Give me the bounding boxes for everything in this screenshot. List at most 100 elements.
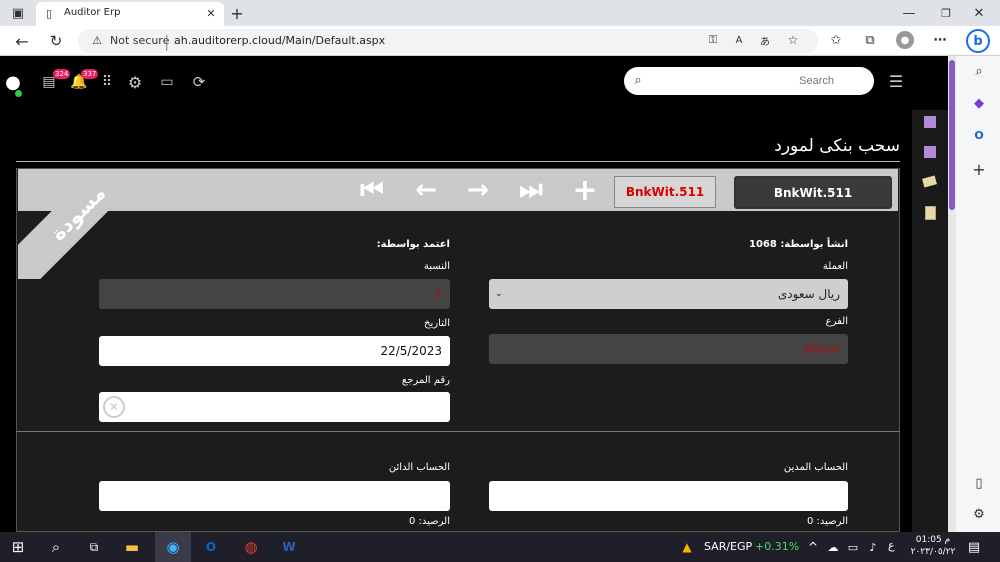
- word-icon[interactable]: W: [271, 532, 307, 562]
- translate-icon[interactable]: あ: [758, 33, 772, 48]
- chevron-down-icon: ⌄: [495, 289, 503, 299]
- browser-tab[interactable]: ▯ Auditor Erp ✕: [36, 2, 224, 26]
- maximize-icon[interactable]: ❐: [937, 4, 955, 22]
- sidebar-toggle-icon[interactable]: ▯: [970, 474, 988, 492]
- minimize-icon[interactable]: —: [900, 4, 918, 22]
- refresh-icon[interactable]: ↻: [46, 31, 66, 51]
- scrollbar-thumb[interactable]: [949, 60, 955, 210]
- date-field[interactable]: 22/5/2023: [99, 336, 450, 366]
- clock-time: 01:05 م: [915, 535, 951, 545]
- not-secure-label: Not secure: [110, 34, 170, 47]
- currency-select[interactable]: ريال سعودى ⌄: [489, 279, 848, 309]
- approved-by-label: اعتمد بواسطة:: [376, 239, 450, 250]
- windows-start-icon[interactable]: ⊞: [0, 532, 36, 562]
- branch-field[interactable]: Abhur: [489, 334, 848, 364]
- window-menu-icon[interactable]: ▣: [10, 5, 26, 21]
- ref-label: رقم المرجع: [401, 375, 450, 386]
- copilot-icon[interactable]: ◆: [970, 94, 988, 112]
- online-status-icon: [15, 90, 22, 97]
- currency-label: العملة: [822, 261, 848, 272]
- gear-icon[interactable]: ⚙: [126, 73, 144, 92]
- currency-change: +0.31%: [755, 540, 800, 553]
- tasks-badge: 324: [53, 69, 71, 79]
- warning-icon: ⚠: [92, 33, 102, 47]
- close-tab-icon[interactable]: ✕: [204, 6, 218, 20]
- page-icon: ▯: [45, 6, 53, 20]
- app-side-strip: [912, 110, 948, 532]
- url-box[interactable]: ⚠ Not secure | ah.auditorerp.cloud/Main/…: [78, 29, 818, 53]
- purple-note-icon[interactable]: [924, 116, 936, 128]
- purple-note-icon-2[interactable]: [924, 146, 936, 158]
- clear-icon[interactable]: ✕: [103, 396, 125, 418]
- bing-icon[interactable]: b: [966, 29, 990, 53]
- collections-icon[interactable]: ⧉: [862, 32, 878, 48]
- draft-label: مسودة: [18, 169, 128, 279]
- ref-field[interactable]: [99, 392, 450, 422]
- chevron-up-icon[interactable]: ^: [804, 532, 822, 562]
- back-icon[interactable]: ←: [12, 31, 32, 51]
- volume-icon[interactable]: ♪: [864, 532, 882, 562]
- add-record-icon[interactable]: +: [565, 171, 605, 209]
- document-icon[interactable]: [925, 206, 936, 220]
- notification-center-icon[interactable]: ▤: [962, 532, 986, 562]
- created-by-value: 1068: [748, 239, 777, 250]
- previous-record-icon[interactable]: ←: [406, 171, 446, 209]
- sync-icon[interactable]: ⟳: [190, 73, 208, 91]
- notifications-badge: 337: [81, 69, 99, 79]
- outlook-icon[interactable]: O: [970, 126, 988, 144]
- hamburger-menu-icon[interactable]: ☰: [886, 72, 906, 91]
- search-sidebar-icon[interactable]: ⌕: [970, 62, 988, 80]
- credit-account-label: الحساب الدائن: [388, 462, 450, 473]
- profile-avatar-icon[interactable]: ●: [896, 31, 914, 49]
- key-icon[interactable]: ⚿: [706, 33, 720, 47]
- record-code-secondary[interactable]: BnkWit.511: [614, 176, 716, 208]
- title-divider: [16, 161, 900, 162]
- close-window-icon[interactable]: ✕: [970, 4, 988, 22]
- edge-browser-icon[interactable]: ◉: [155, 532, 191, 562]
- read-aloud-icon[interactable]: A: [732, 33, 746, 47]
- taskbar-search-icon[interactable]: ⌕: [38, 532, 74, 562]
- record-code-active[interactable]: BnkWit.511: [734, 176, 892, 209]
- next-record-icon[interactable]: →: [458, 171, 498, 209]
- debit-account-field[interactable]: [489, 481, 848, 511]
- clock-date: ٢٠٢٣/٠٥/٢٢: [910, 547, 956, 557]
- monitor-icon[interactable]: ▭: [158, 73, 176, 91]
- debit-account-label: الحساب المدين: [783, 462, 848, 473]
- credit-account-field[interactable]: [99, 481, 450, 511]
- created-by: انشأ بواسطة: 1068: [700, 239, 848, 250]
- search-icon: ⌕: [634, 72, 642, 88]
- tab-title: Auditor Erp: [64, 7, 121, 18]
- currency-pair[interactable]: SAR/EGP: [704, 540, 752, 553]
- file-explorer-icon[interactable]: ▬: [114, 532, 150, 562]
- chrome-icon[interactable]: ◍: [233, 532, 269, 562]
- last-record-icon[interactable]: ⏭: [511, 171, 551, 209]
- clock[interactable]: 01:05 م ٢٠٢٣/٠٥/٢٢: [906, 534, 960, 558]
- settings-sidebar-icon[interactable]: ⚙: [970, 505, 988, 523]
- task-view-icon[interactable]: ⧉: [76, 532, 112, 562]
- more-icon[interactable]: ⋯: [932, 32, 948, 48]
- new-tab-icon[interactable]: +: [228, 4, 246, 23]
- add-favorite-icon[interactable]: ☆: [786, 33, 800, 47]
- outlook-taskbar-icon[interactable]: O: [193, 532, 229, 562]
- ratio-label: النسبة: [423, 261, 450, 272]
- ratio-field[interactable]: 1: [99, 279, 450, 309]
- favorites-icon[interactable]: ✩: [828, 32, 844, 48]
- created-by-label: انشأ بواسطة:: [780, 239, 848, 250]
- first-record-icon[interactable]: ⏮: [352, 171, 392, 209]
- add-sidebar-icon[interactable]: +: [970, 160, 988, 179]
- debit-balance: الرصيد: 0: [806, 516, 848, 527]
- date-label: التاريخ: [424, 318, 450, 329]
- input-language[interactable]: ع: [888, 539, 895, 552]
- page-title: سحب بنكى لمورد: [774, 136, 900, 156]
- currency-value: ريال سعودى: [777, 287, 840, 301]
- credit-balance: الرصيد: 0: [408, 516, 450, 527]
- apps-grid-icon[interactable]: ⠿: [98, 73, 116, 91]
- search-input[interactable]: [624, 67, 874, 95]
- currency-widget-icon[interactable]: ▲: [676, 532, 698, 562]
- cloud-icon[interactable]: ☁: [824, 532, 842, 562]
- url-text: ah.auditorerp.cloud/Main/Default.aspx: [174, 34, 386, 47]
- draft-ribbon: مسودة: [18, 169, 128, 279]
- network-icon[interactable]: ▭: [844, 532, 862, 562]
- branch-label: الفرع: [825, 316, 848, 327]
- section-divider: [16, 431, 900, 432]
